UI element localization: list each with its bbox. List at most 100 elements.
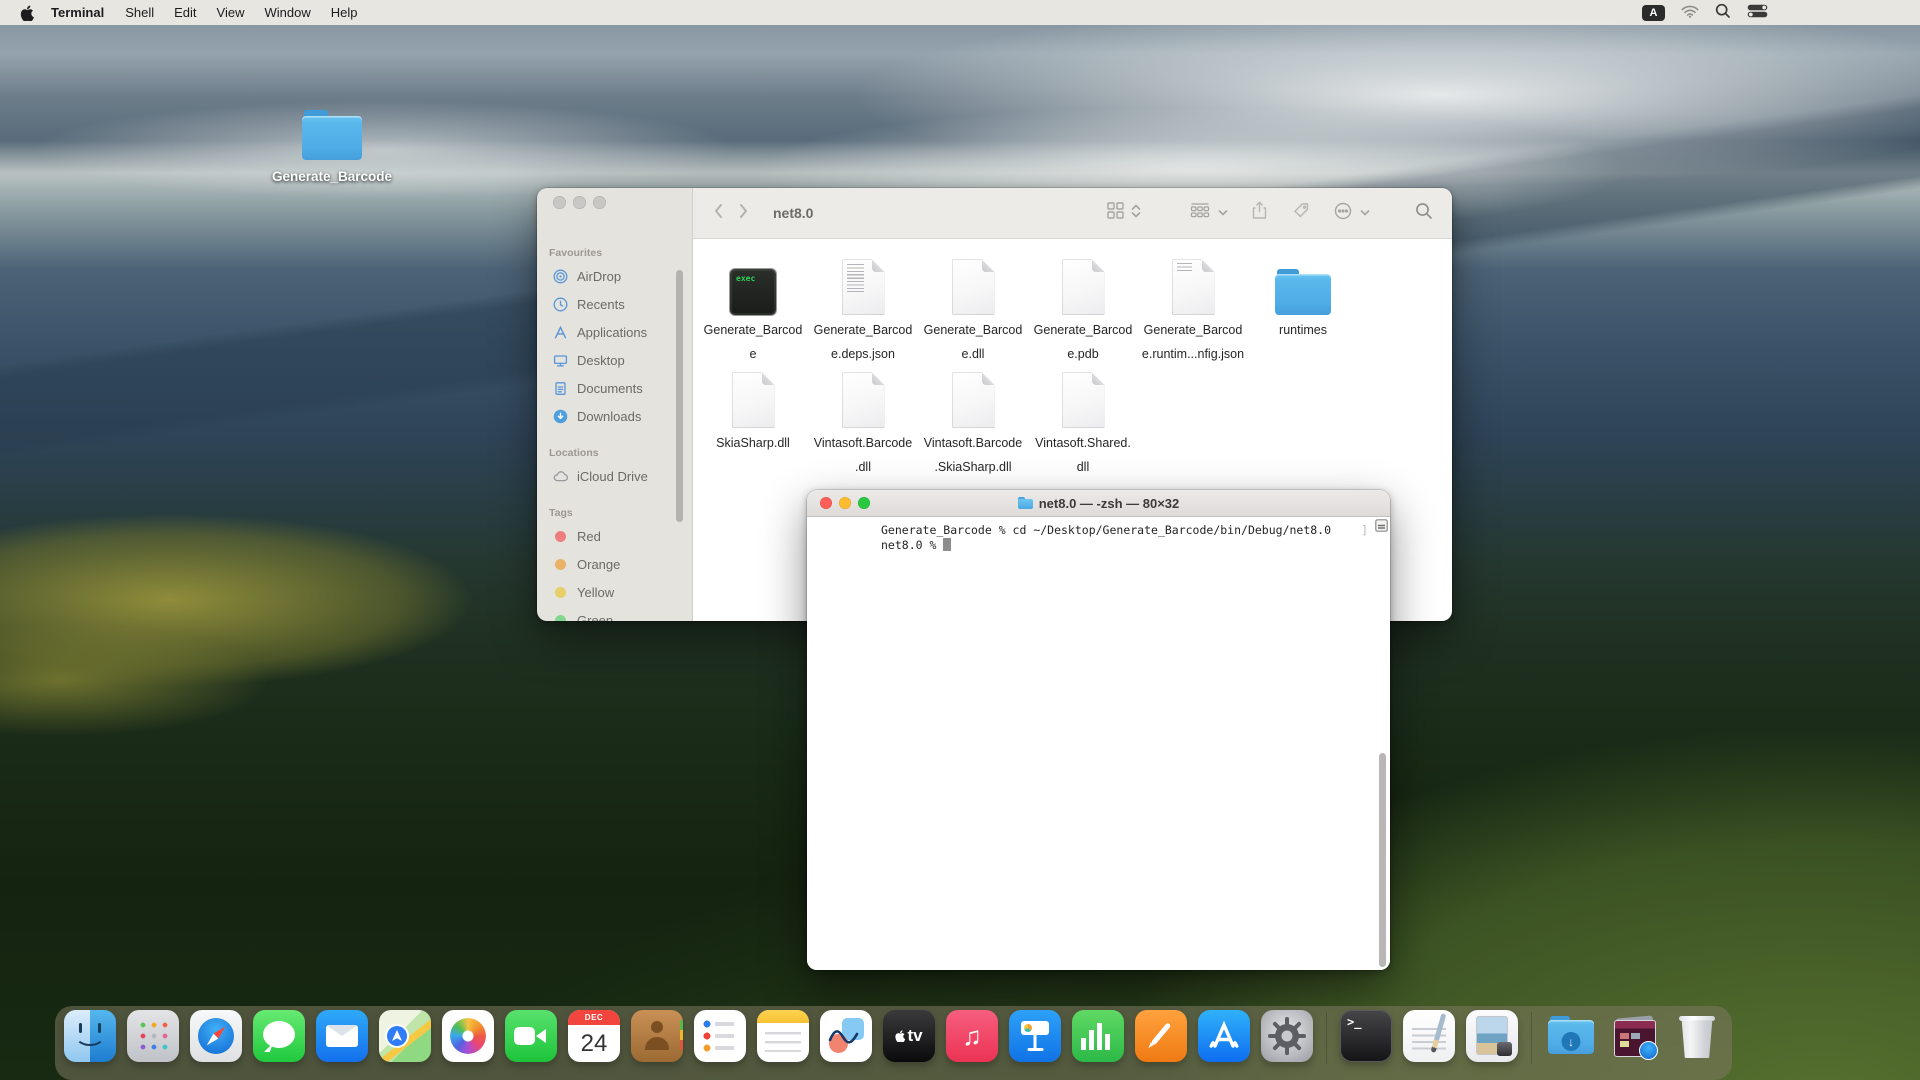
- group-by-icon[interactable]: [1190, 202, 1210, 224]
- dock-calendar[interactable]: DEC 24: [568, 1010, 620, 1062]
- desktop-folder-icon[interactable]: [302, 110, 362, 160]
- dock-notes[interactable]: [757, 1010, 809, 1062]
- dock-downloads-folder[interactable]: [1545, 1010, 1597, 1062]
- finder-toolbar: net8.0: [693, 188, 1452, 239]
- dock-pages[interactable]: [1135, 1010, 1187, 1062]
- sidebar-item-tag-green[interactable]: Green: [537, 606, 692, 621]
- dock-preview[interactable]: [1466, 1010, 1518, 1062]
- desktop-icon: [552, 352, 569, 369]
- more-actions-icon[interactable]: [1334, 202, 1352, 225]
- dock-apple-tv[interactable]: tv: [883, 1010, 935, 1062]
- share-icon[interactable]: [1252, 201, 1267, 225]
- sidebar-scrollbar[interactable]: [676, 270, 683, 522]
- zoom-button[interactable]: [593, 196, 606, 209]
- numbers-icon: [1072, 1010, 1124, 1062]
- dock-music[interactable]: [946, 1010, 998, 1062]
- dock-finder[interactable]: [64, 1010, 116, 1062]
- sidebar-item-tag-yellow[interactable]: Yellow: [537, 578, 692, 606]
- tag-orange-icon: [555, 559, 566, 570]
- dock-system-settings[interactable]: [1261, 1010, 1313, 1062]
- back-button[interactable]: [713, 203, 723, 224]
- sidebar-item-label: Downloads: [577, 409, 641, 424]
- file-vintasoft-barcode-skiasharp-dll[interactable]: Vintasoft.Barcode .SkiaSharp.dll: [921, 368, 1025, 475]
- file-vintasoft-barcode-dll[interactable]: Vintasoft.Barcode .dll: [811, 368, 915, 475]
- dock-terminal[interactable]: >_: [1340, 1010, 1392, 1062]
- view-options-chevrons-icon[interactable]: [1130, 203, 1142, 224]
- search-icon[interactable]: [1415, 202, 1433, 225]
- dock-numbers[interactable]: [1072, 1010, 1124, 1062]
- sidebar-item-tag-red[interactable]: Red: [537, 522, 692, 550]
- dock-freeform[interactable]: [820, 1010, 872, 1062]
- sidebar-item-documents[interactable]: Documents: [537, 374, 692, 402]
- minimize-button[interactable]: [839, 497, 851, 509]
- dock-contacts[interactable]: [631, 1010, 683, 1062]
- minimize-button[interactable]: [573, 196, 586, 209]
- terminal-prompt-line: net8.0 %: [881, 538, 1390, 553]
- trash-icon: [1671, 1010, 1723, 1062]
- terminal-titlebar[interactable]: net8.0 — -zsh — 80×32: [807, 490, 1390, 517]
- menu-status-area: A: [1642, 3, 1920, 22]
- folder-icon: [1275, 269, 1331, 315]
- terminal-inspector-icon[interactable]: [1375, 519, 1388, 537]
- menu-help[interactable]: Help: [321, 0, 368, 25]
- view-grid-icon[interactable]: [1107, 202, 1124, 224]
- file-dll[interactable]: Generate_Barcod e.dll: [921, 255, 1025, 362]
- sidebar-item-downloads[interactable]: Downloads: [537, 402, 692, 430]
- sidebar-item-airdrop[interactable]: AirDrop: [537, 262, 692, 290]
- dock-mail[interactable]: [316, 1010, 368, 1062]
- folder-runtimes[interactable]: runtimes: [1251, 255, 1355, 346]
- terminal-scrollbar[interactable]: [1379, 753, 1386, 967]
- file-skiasharp-dll[interactable]: SkiaSharp.dll: [701, 368, 805, 459]
- proxy-folder-icon[interactable]: [1018, 497, 1033, 509]
- sidebar-item-applications[interactable]: Applications: [537, 318, 692, 346]
- dock-facetime[interactable]: [505, 1010, 557, 1062]
- dock-trash[interactable]: [1671, 1010, 1723, 1062]
- dock-messages[interactable]: [253, 1010, 305, 1062]
- chevron-down-icon[interactable]: [1360, 204, 1370, 222]
- terminal-output[interactable]: Generate_Barcode % cd ~/Desktop/Generate…: [807, 517, 1390, 970]
- menu-app-name[interactable]: Terminal: [40, 0, 115, 25]
- window-controls: [820, 497, 870, 509]
- file-deps-json[interactable]: Generate_Barcod e.deps.json: [811, 255, 915, 362]
- dock-safari[interactable]: [190, 1010, 242, 1062]
- dock-keynote[interactable]: [1009, 1010, 1061, 1062]
- sidebar-item-desktop[interactable]: Desktop: [537, 346, 692, 374]
- menu-edit[interactable]: Edit: [164, 0, 206, 25]
- apple-menu-icon[interactable]: [20, 5, 34, 21]
- wifi-icon[interactable]: [1681, 5, 1699, 21]
- tag-icon[interactable]: [1293, 202, 1310, 224]
- desktop-folder-label[interactable]: Generate_Barcode: [232, 169, 432, 184]
- close-button[interactable]: [820, 497, 832, 509]
- menu-view[interactable]: View: [207, 0, 255, 25]
- file-vintasoft-shared-dll[interactable]: Vintasoft.Shared. dll: [1031, 368, 1135, 475]
- sidebar-item-icloud-drive[interactable]: iCloud Drive: [537, 462, 692, 490]
- dock-reminders[interactable]: [694, 1010, 746, 1062]
- dock-recents-stack[interactable]: [1608, 1010, 1660, 1062]
- sidebar-item-label: Orange: [577, 557, 620, 572]
- file-pdb[interactable]: Generate_Barcod e.pdb: [1031, 255, 1135, 362]
- document-icon: [952, 259, 995, 315]
- close-button[interactable]: [553, 196, 566, 209]
- photos-icon: [442, 1010, 494, 1062]
- calendar-day: 24: [568, 1025, 620, 1062]
- menu-window[interactable]: Window: [255, 0, 321, 25]
- zoom-button[interactable]: [858, 497, 870, 509]
- menu-bar: Terminal Shell Edit View Window Help A: [0, 0, 1920, 25]
- control-center-icon[interactable]: [1747, 4, 1768, 21]
- sidebar-item-recents[interactable]: Recents: [537, 290, 692, 318]
- keyboard-input-icon[interactable]: A: [1642, 5, 1665, 21]
- menu-shell[interactable]: Shell: [115, 0, 164, 25]
- dock-app-store[interactable]: [1198, 1010, 1250, 1062]
- dock-textedit[interactable]: [1403, 1010, 1455, 1062]
- folder-body: [302, 116, 362, 160]
- dock-maps[interactable]: [379, 1010, 431, 1062]
- dock-launchpad[interactable]: [127, 1010, 179, 1062]
- sidebar-item-tag-orange[interactable]: Orange: [537, 550, 692, 578]
- file-runtimeconfig-json[interactable]: Generate_Barcod e.runtim...nfig.json: [1141, 255, 1245, 362]
- chevron-down-icon[interactable]: [1218, 204, 1228, 222]
- spotlight-search-icon[interactable]: [1715, 3, 1731, 22]
- file-generate-barcode-exec[interactable]: exec Generate_Barcod e: [701, 255, 805, 362]
- apple-tv-icon: tv: [883, 1010, 935, 1062]
- forward-button[interactable]: [739, 203, 749, 224]
- dock-photos[interactable]: [442, 1010, 494, 1062]
